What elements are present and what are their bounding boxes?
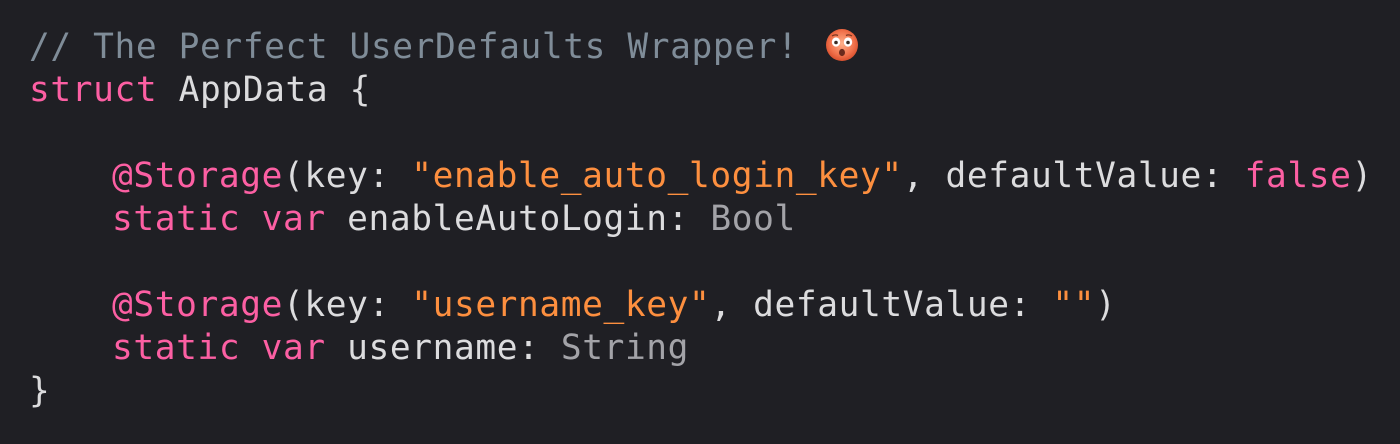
type-bool: Bool [710, 199, 796, 239]
string-key: "enable_auto_login_key" [411, 156, 903, 196]
keyword-var: var [261, 328, 326, 368]
attribute-storage: @Storage [112, 156, 283, 196]
keyword-static: static [112, 328, 241, 368]
args-mid: , defaultValue: [902, 156, 1245, 196]
string-key: "username_key" [411, 285, 711, 325]
code-line-3-blank [29, 112, 1400, 155]
keyword-struct: struct [29, 70, 158, 110]
type-string: String [560, 328, 690, 368]
code-line-4: @Storage(key: "enable_auto_login_key", d… [29, 155, 1400, 198]
closing-brace: } [29, 371, 51, 411]
args-mid: , defaultValue: [710, 285, 1053, 325]
code-line-7: @Storage(key: "username_key", defaultVal… [29, 284, 1400, 327]
code-line-2: struct AppData { [29, 69, 1400, 112]
code-editor: // The Perfect UserDefaults Wrapper! str… [0, 0, 1400, 444]
args-close: ) [1351, 156, 1373, 196]
code-line-9: } [29, 370, 1400, 413]
args-open: (key: [282, 285, 412, 325]
property-name: username: [325, 328, 561, 368]
attribute-storage: @Storage [112, 285, 283, 325]
args-open: (key: [282, 156, 412, 196]
struct-name: AppData { [157, 70, 371, 110]
literal-false: false [1244, 156, 1352, 196]
astonished-face-icon [824, 27, 860, 63]
code-comment: // The Perfect UserDefaults Wrapper! [29, 27, 799, 67]
code-line-5: static var enableAutoLogin: Bool [29, 198, 1400, 241]
code-line-8: static var username: String [29, 327, 1400, 370]
args-close: ) [1095, 285, 1117, 325]
code-line-1: // The Perfect UserDefaults Wrapper! [29, 26, 1400, 69]
keyword-static: static [112, 199, 241, 239]
keyword-var: var [261, 199, 326, 239]
property-name: enableAutoLogin: [325, 199, 711, 239]
string-empty: "" [1052, 285, 1096, 325]
code-line-6-blank [29, 241, 1400, 284]
